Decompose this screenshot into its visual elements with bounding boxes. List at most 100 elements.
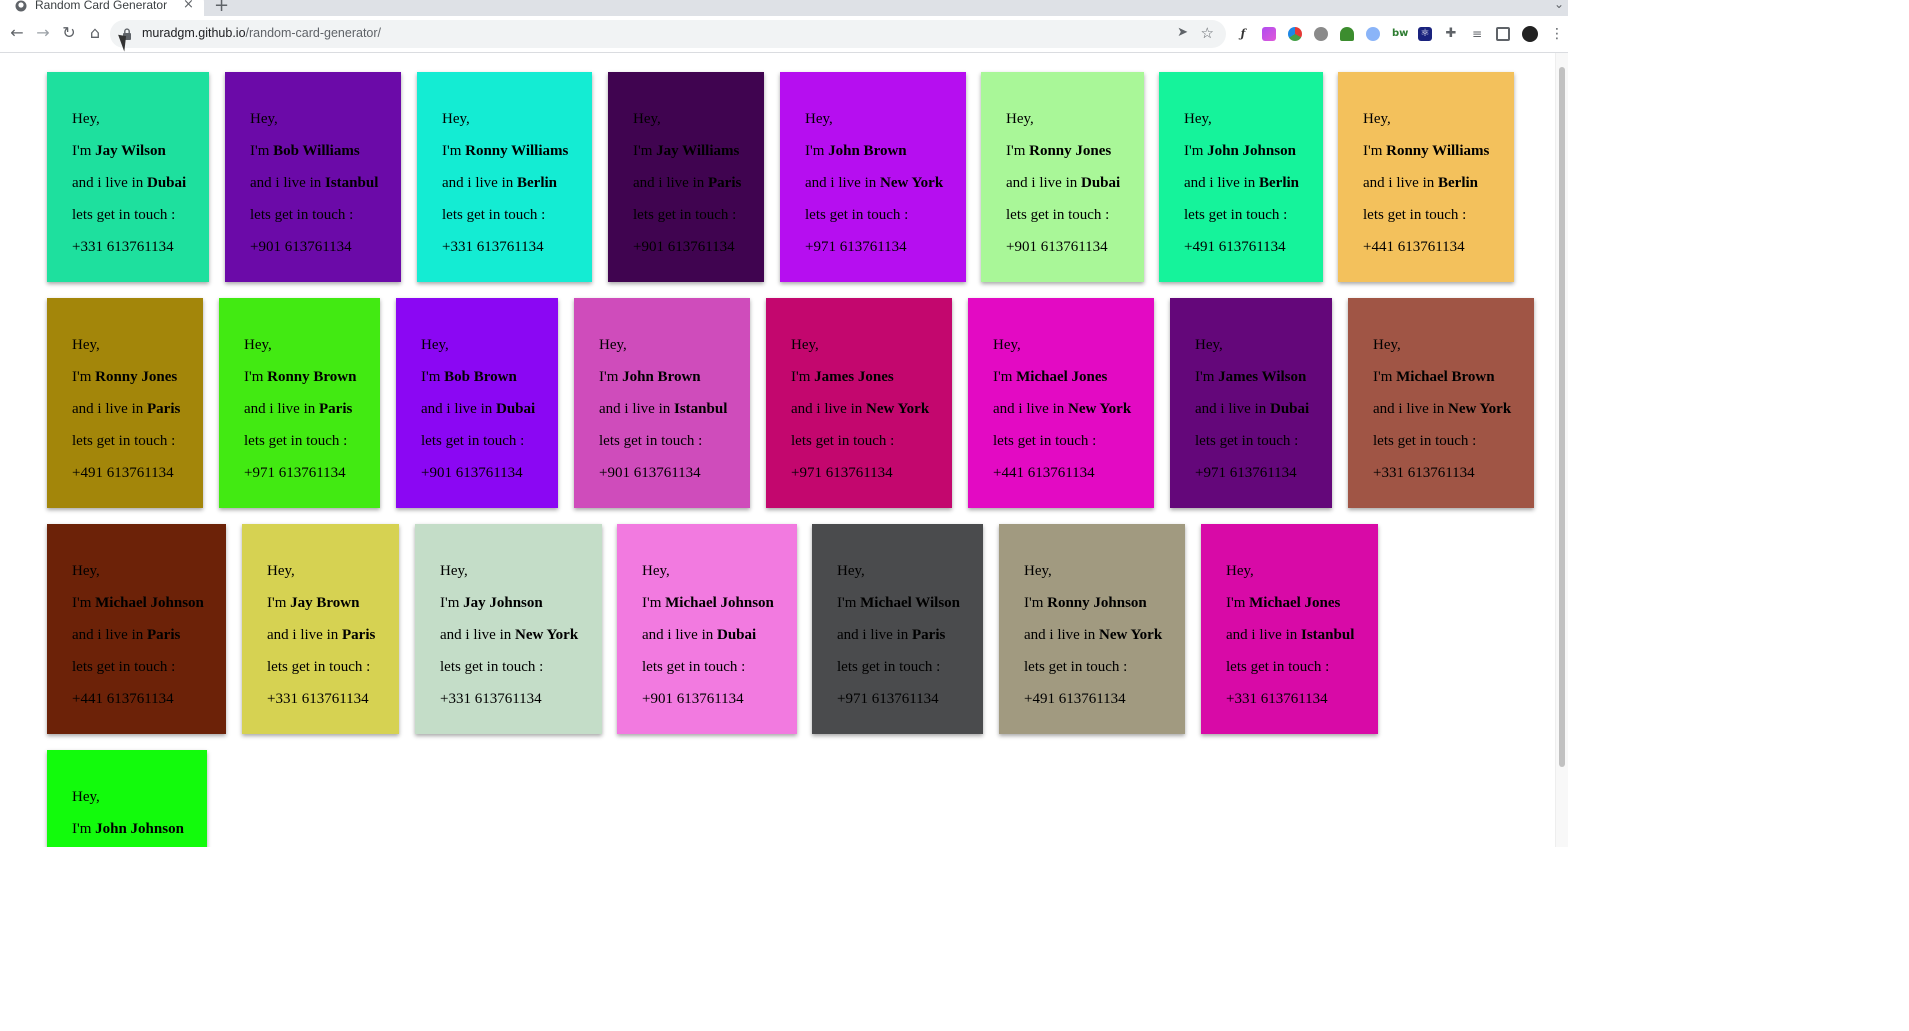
back-arrow-icon[interactable]: ← [6, 22, 28, 44]
intro-text: I'm [1195, 369, 1215, 385]
person-name: John Brown [828, 143, 907, 159]
bw-extension-icon[interactable]: bw [1392, 27, 1408, 41]
card-touch-line: lets get in touch : [837, 659, 940, 676]
touch-text: lets get in touch : [805, 207, 909, 223]
vertical-scrollbar[interactable] [1555, 53, 1568, 847]
card-city-line: and i live in Dubai [642, 627, 756, 644]
card-touch-line: lets get in touch : [599, 433, 702, 450]
formula-extension-icon[interactable]: ƒ [1236, 27, 1250, 41]
react-devtools-icon[interactable]: ⚛ [1418, 27, 1432, 41]
kebab-menu-icon[interactable]: ⋮ [1550, 27, 1564, 41]
card-touch-line: lets get in touch : [1363, 207, 1466, 224]
phone-number: +971 613761134 [805, 239, 907, 255]
card-city-line: and i live in Paris [244, 401, 352, 418]
home-icon[interactable]: ⌂ [84, 22, 106, 44]
card-touch-line: lets get in touch : [442, 207, 545, 224]
greeting-text: Hey, [805, 111, 833, 127]
card-touch-line: lets get in touch : [244, 433, 347, 450]
card-greeting: Hey, [1184, 111, 1212, 128]
person-card: Hey, I'm Bob Williams and i live in Istanb… [225, 72, 401, 282]
card-phone: +441 613761134 [993, 465, 1095, 482]
phone-number: +491 613761134 [72, 465, 174, 481]
browser-tab[interactable]: Random Card Generator × [0, 0, 204, 16]
puzzle-extensions-icon[interactable]: ✚ [1444, 27, 1458, 41]
globe-extension-icon[interactable] [1366, 27, 1380, 41]
card-city-line: and i live in New York [1373, 401, 1511, 418]
address-bar[interactable]: muradgm.github.io/random-card-generator/… [110, 20, 1226, 48]
tree-extension-icon[interactable] [1340, 27, 1354, 41]
card-phone: +971 613761134 [1195, 465, 1297, 482]
card-name-line: I'm John Brown [599, 369, 701, 386]
card-name-line: I'm John Johnson [1184, 143, 1296, 160]
forward-arrow-icon[interactable]: → [32, 22, 54, 44]
card-touch-line: lets get in touch : [805, 207, 908, 224]
reading-list-icon[interactable]: ≡ [1470, 27, 1484, 41]
intro-text: I'm [599, 369, 619, 385]
profile-avatar[interactable] [1522, 26, 1538, 42]
card-name-line: I'm Michael Jones [993, 369, 1107, 386]
card-touch-line: lets get in touch : [1024, 659, 1127, 676]
color-wheel-extension-icon[interactable] [1288, 27, 1302, 41]
color-extension-icon[interactable] [1262, 27, 1276, 41]
touch-text: lets get in touch : [72, 659, 176, 675]
person-card: Hey, I'm James Jones and i live in New Yor… [766, 298, 952, 508]
card-greeting: Hey, [267, 563, 295, 580]
card-city-line: and i live in Istanbul [250, 175, 378, 192]
card-greeting: Hey, [1006, 111, 1034, 128]
person-name: Jay Wilson [95, 143, 166, 159]
intro-text: I'm [1226, 595, 1246, 611]
close-tab-icon[interactable]: × [183, 0, 194, 12]
card-greeting: Hey, [805, 111, 833, 128]
person-name: Jay Johnson [463, 595, 543, 611]
intro-text: I'm [993, 369, 1013, 385]
phone-number: +441 613761134 [1363, 239, 1465, 255]
url-text[interactable]: muradgm.github.io/random-card-generator/ [142, 26, 381, 40]
person-name: Bob Brown [444, 369, 517, 385]
card-greeting: Hey, [442, 111, 470, 128]
new-tab-icon[interactable]: + [214, 0, 229, 16]
person-name: Michael Johnson [665, 595, 774, 611]
touch-text: lets get in touch : [244, 433, 348, 449]
person-name: Michael Wilson [860, 595, 960, 611]
city-name: Berlin [1438, 175, 1478, 191]
bookmark-star-icon[interactable]: ☆ [1201, 24, 1214, 42]
bug-extension-icon[interactable] [1314, 27, 1328, 41]
card-greeting: Hey, [250, 111, 278, 128]
intro-text: I'm [267, 595, 287, 611]
intro-text: I'm [421, 369, 441, 385]
side-panel-icon[interactable] [1496, 27, 1510, 41]
tab-search-chevron-icon[interactable]: ⌄ [1554, 0, 1564, 11]
live-text: and i live in [1024, 627, 1096, 643]
touch-text: lets get in touch : [440, 659, 544, 675]
phone-number: +901 613761134 [599, 465, 701, 481]
city-name: Berlin [517, 175, 557, 191]
card-city-line: and i live in Paris [267, 627, 375, 644]
intro-text: I'm [250, 143, 270, 159]
card-city-line: and i live in Berlin [1184, 175, 1299, 192]
intro-text: I'm [72, 821, 92, 837]
reload-icon[interactable]: ↻ [58, 22, 80, 44]
live-text: and i live in [642, 627, 714, 643]
live-text: and i live in [72, 627, 144, 643]
touch-text: lets get in touch : [1226, 659, 1330, 675]
tab-strip: Random Card Generator × + ⌄ [0, 0, 1568, 16]
card-greeting: Hey, [72, 111, 100, 128]
card-phone: +971 613761134 [791, 465, 893, 482]
card-name-line: I'm Ronny Williams [1363, 143, 1489, 160]
send-tab-icon[interactable]: ➤ [1177, 25, 1188, 40]
city-name: Dubai [717, 627, 757, 643]
touch-text: lets get in touch : [250, 207, 354, 223]
card-phone: +971 613761134 [805, 239, 907, 256]
touch-text: lets get in touch : [72, 207, 176, 223]
card-city-line: and i live in Dubai [421, 401, 535, 418]
person-name: Ronny Brown [267, 369, 357, 385]
live-text: and i live in [993, 401, 1065, 417]
scrollbar-thumb[interactable] [1559, 67, 1565, 767]
card-touch-line: lets get in touch : [267, 659, 370, 676]
city-name: Dubai [496, 401, 536, 417]
phone-number: +331 613761134 [1373, 465, 1475, 481]
greeting-text: Hey, [993, 337, 1021, 353]
live-text: and i live in [791, 401, 863, 417]
card-city-line: and i live in New York [1024, 627, 1162, 644]
live-text: and i live in [1195, 401, 1267, 417]
